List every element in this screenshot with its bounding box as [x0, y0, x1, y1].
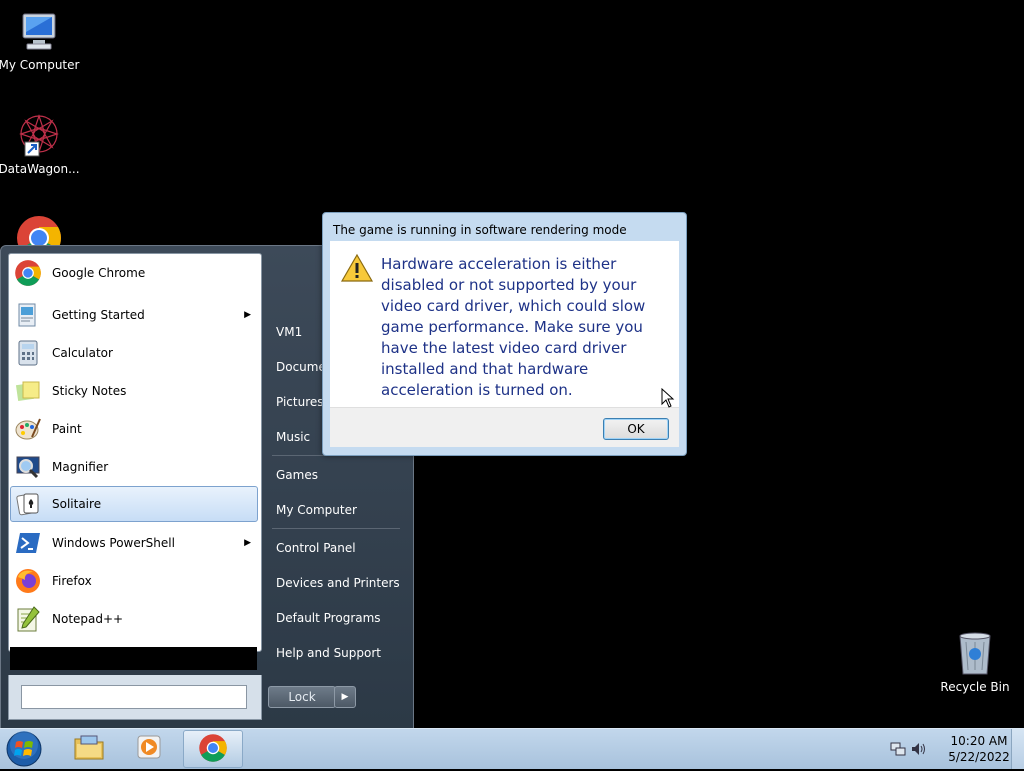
submenu-arrow-icon: ▶ [244, 538, 251, 548]
submenu-arrow-icon: ▶ [244, 310, 251, 320]
start-button[interactable] [5, 730, 43, 768]
start-search-input[interactable] [21, 685, 247, 709]
program-label: Solitaire [52, 497, 102, 511]
desktop-icon-datawagon[interactable]: DataWagon... [0, 112, 84, 176]
paint-icon [13, 414, 43, 444]
place-label: Help and Support [276, 646, 381, 660]
program-calculator[interactable]: Calculator [11, 336, 257, 370]
program-getting-started[interactable]: Getting Started ▶ [11, 298, 257, 332]
clock-date[interactable]: 5/22/2022 [939, 750, 1019, 764]
place-label: Games [276, 468, 318, 482]
firefox-icon [13, 566, 43, 596]
folder-icon [73, 733, 105, 764]
program-label: Paint [52, 422, 82, 436]
taskbar: 10:20 AM 5/22/2022 [0, 728, 1024, 769]
media-player-icon [134, 733, 164, 764]
program-sticky-notes[interactable]: Sticky Notes [11, 374, 257, 408]
program-paint[interactable]: Paint [11, 412, 257, 446]
calculator-icon [13, 338, 43, 368]
mouse-cursor-icon [661, 387, 675, 411]
chrome-icon [198, 733, 228, 766]
sticky-notes-icon [13, 376, 43, 406]
program-label: Notepad++ [52, 612, 124, 626]
all-programs-bar[interactable] [10, 647, 257, 670]
program-label: Windows PowerShell [52, 536, 175, 550]
place-games[interactable]: Games [266, 460, 412, 490]
program-google-chrome[interactable]: Google Chrome [11, 256, 257, 290]
volume-icon[interactable] [910, 741, 926, 760]
show-desktop-button[interactable] [1011, 729, 1024, 769]
place-label: Pictures [276, 395, 324, 409]
place-my-computer[interactable]: My Computer [266, 495, 412, 525]
program-notepad-plus-plus[interactable]: Notepad++ [11, 602, 257, 636]
desktop-icon-label: My Computer [0, 58, 80, 72]
program-label: Magnifier [52, 460, 109, 474]
dialog-body: Hardware acceleration is either disabled… [330, 241, 679, 407]
desktop-icon-recycle-bin[interactable]: Recycle Bin [930, 630, 1020, 694]
dialog-message: Hardware acceleration is either disabled… [381, 255, 646, 399]
place-default-programs[interactable]: Default Programs [266, 603, 412, 633]
desktop-icon-label: DataWagon... [0, 162, 80, 176]
separator [272, 528, 400, 529]
dialog-title: The game is running in software renderin… [333, 223, 627, 237]
desktop-icon-label: Recycle Bin [940, 680, 1010, 694]
datawagon-icon [15, 112, 63, 160]
recycle-bin-icon [951, 630, 999, 678]
program-firefox[interactable]: Firefox [11, 564, 257, 598]
place-label: VM1 [276, 325, 303, 339]
desktop-icon-my-computer[interactable]: My Computer [0, 8, 84, 72]
getting-started-icon [13, 300, 43, 330]
taskbar-explorer-button[interactable] [60, 730, 118, 766]
dialog-footer: OK [330, 407, 679, 447]
clock-time[interactable]: 10:20 AM [939, 734, 1019, 748]
place-help-and-support[interactable]: Help and Support [266, 638, 412, 668]
search-area [8, 675, 262, 720]
place-devices-and-printers[interactable]: Devices and Printers [266, 568, 412, 598]
start-menu-programs-pane: Google Chrome Getting Started ▶ Calculat… [8, 253, 262, 652]
warning-icon [340, 253, 374, 286]
notepadpp-icon [13, 604, 43, 634]
place-label: Music [276, 430, 311, 444]
shutdown-options-arrow-icon[interactable]: ▶ [334, 686, 356, 708]
program-windows-powershell[interactable]: Windows PowerShell ▶ [11, 526, 257, 560]
ok-button[interactable]: OK [603, 418, 669, 440]
system-tray: 10:20 AM 5/22/2022 [884, 729, 1024, 769]
solitaire-icon [13, 489, 43, 519]
my-computer-icon [15, 8, 63, 56]
place-control-panel[interactable]: Control Panel [266, 533, 412, 563]
place-label: Default Programs [276, 611, 381, 625]
lock-button[interactable]: Lock [268, 686, 336, 708]
program-label: Google Chrome [52, 266, 146, 280]
program-label: Calculator [52, 346, 113, 360]
place-label: My Computer [276, 503, 357, 517]
magnifier-icon [13, 452, 43, 482]
software-rendering-dialog: The game is running in software renderin… [322, 212, 687, 456]
taskbar-chrome-button[interactable] [183, 730, 243, 768]
taskbar-media-player-button[interactable] [120, 730, 178, 766]
program-label: Getting Started [52, 308, 145, 322]
program-solitaire[interactable]: Solitaire [10, 486, 258, 522]
powershell-icon [13, 528, 43, 558]
network-icon[interactable] [890, 741, 906, 760]
program-magnifier[interactable]: Magnifier [11, 450, 257, 484]
place-label: Control Panel [276, 541, 356, 555]
program-label: Firefox [52, 574, 92, 588]
place-label: Devices and Printers [276, 576, 400, 590]
program-label: Sticky Notes [52, 384, 127, 398]
chrome-icon [13, 258, 43, 288]
